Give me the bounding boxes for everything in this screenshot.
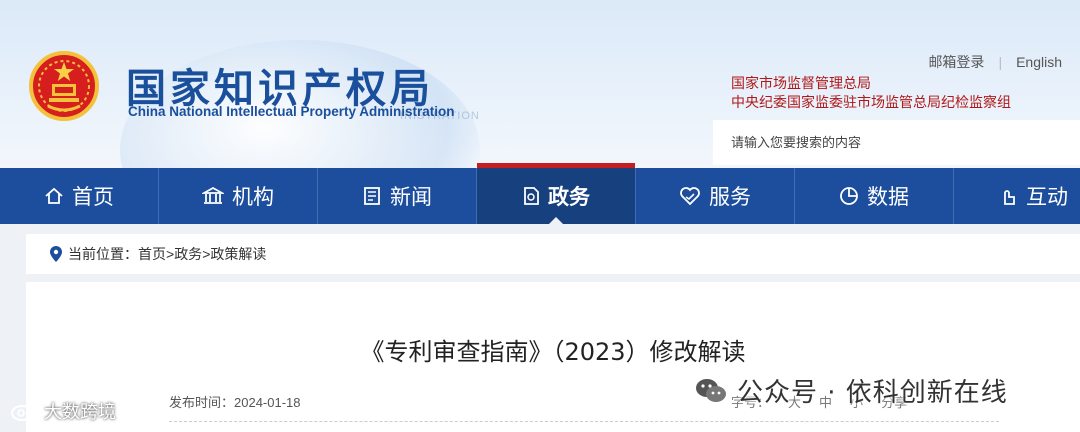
- institution-icon: [202, 186, 224, 206]
- english-link[interactable]: English: [1016, 54, 1062, 70]
- site-header: INISTRATION 国家知识产权局 China National Intel…: [0, 0, 1080, 168]
- wechat-watermark-text: 公众号 · 依科创新在线: [737, 378, 1008, 408]
- discipline-group-link[interactable]: 中央纪委国家监委驻市场监管总局纪检监察组: [731, 93, 1011, 112]
- nav-label: 互动: [1026, 185, 1068, 209]
- weibo-watermark-text: 大数跨境: [44, 402, 116, 423]
- top-links-divider: |: [998, 54, 1003, 70]
- breadcrumb-home[interactable]: 首页: [138, 244, 166, 264]
- publish-date: 2024-01-18: [234, 395, 301, 410]
- search-input[interactable]: [713, 120, 1080, 165]
- nav-label: 政务: [548, 185, 590, 209]
- publish-info: 发布时间：2024-01-18: [169, 392, 301, 411]
- news-icon: [362, 186, 382, 206]
- breadcrumb-separator: >: [166, 246, 175, 262]
- government-icon: [522, 186, 540, 206]
- main-nav: 首页 机构 新闻 政务 服务 数据 互动: [0, 163, 1080, 225]
- article-title: 《专利审查指南》（2023）修改解读: [360, 338, 746, 366]
- nav-item-data[interactable]: 数据: [795, 168, 954, 224]
- breadcrumb-government[interactable]: 政务: [174, 244, 202, 264]
- interaction-icon: [998, 186, 1018, 206]
- breadcrumb-separator: >: [202, 246, 211, 262]
- weibo-watermark: 大数跨境: [10, 398, 116, 424]
- article-container: 《专利审查指南》（2023）修改解读 发布时间：2024-01-18 字号： 大…: [26, 282, 1080, 432]
- wechat-watermark: 公众号 · 依科创新在线: [695, 372, 1008, 409]
- related-links: 国家市场监督管理总局 中央纪委国家监委驻市场监管总局纪检监察组: [731, 74, 1011, 112]
- nav-label: 数据: [867, 185, 909, 209]
- publish-label: 发布时间：: [169, 395, 235, 410]
- email-login-link[interactable]: 邮箱登录: [928, 52, 984, 72]
- nav-label: 首页: [72, 185, 114, 209]
- nav-item-interaction[interactable]: 互动: [954, 168, 1080, 224]
- nav-label: 新闻: [390, 185, 432, 209]
- breadcrumb-policy-interpretation[interactable]: 政策解读: [210, 244, 266, 264]
- breadcrumb-prefix: 当前位置：: [68, 246, 138, 262]
- top-links: 邮箱登录 | English: [928, 52, 1062, 72]
- nav-item-service[interactable]: 服务: [636, 168, 795, 224]
- nav-item-institution[interactable]: 机构: [159, 168, 318, 224]
- nav-item-home[interactable]: 首页: [0, 168, 159, 224]
- home-icon: [44, 186, 64, 206]
- national-emblem-icon[interactable]: [28, 50, 100, 122]
- location-pin-icon: [50, 246, 62, 262]
- meta-divider: [169, 421, 999, 422]
- breadcrumb: 当前位置： 首页 > 政务 > 政策解读: [26, 234, 1080, 274]
- site-title-en[interactable]: China National Intellectual Property Adm…: [128, 104, 455, 119]
- weibo-icon: [10, 401, 38, 421]
- nav-label: 服务: [709, 185, 751, 209]
- nav-label: 机构: [232, 185, 274, 209]
- data-chart-icon: [839, 186, 859, 206]
- service-icon: [679, 186, 701, 206]
- wechat-icon: [695, 377, 727, 405]
- nav-item-government[interactable]: 政务: [477, 163, 636, 225]
- nav-item-news[interactable]: 新闻: [318, 168, 477, 224]
- samr-link[interactable]: 国家市场监督管理总局: [731, 74, 1011, 93]
